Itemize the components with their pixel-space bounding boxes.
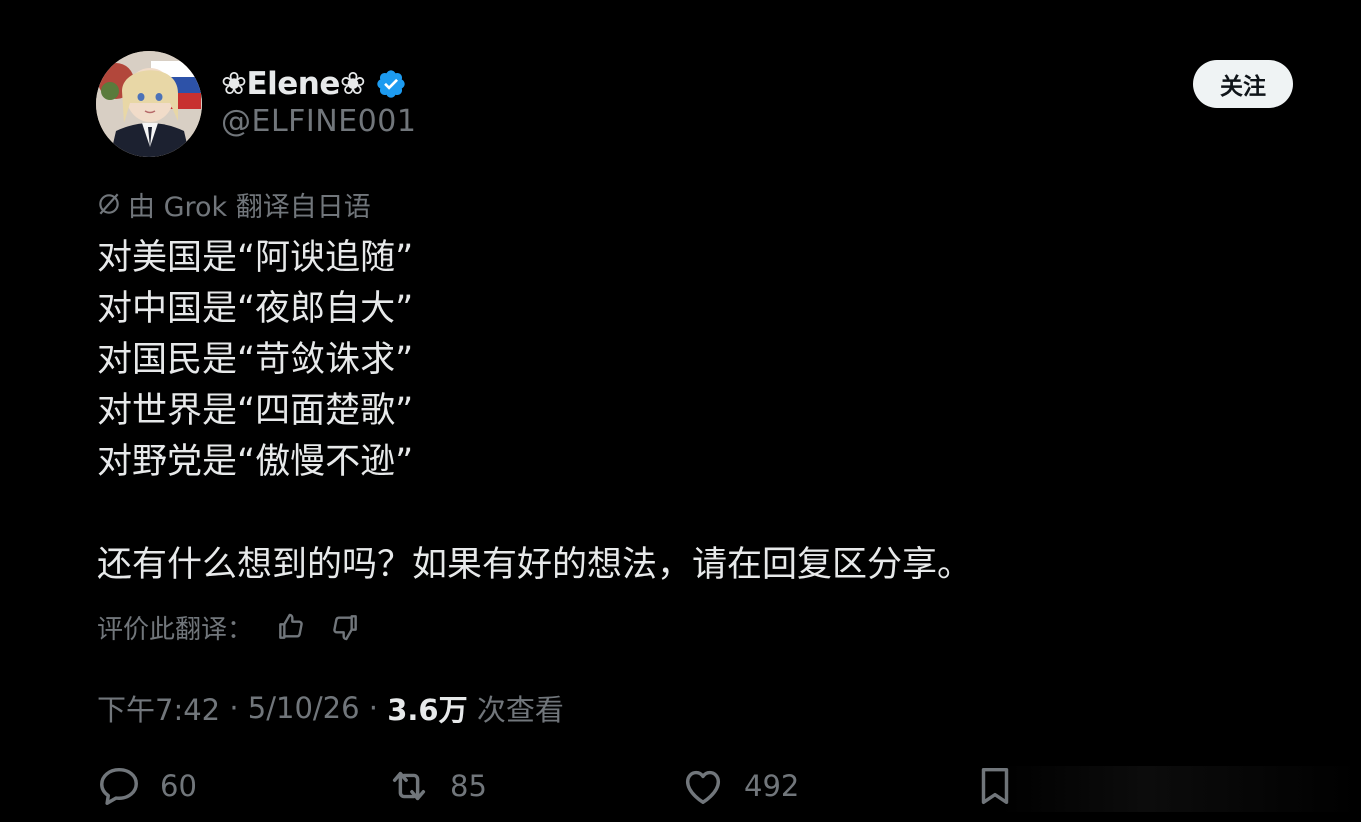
meta-separator: · (359, 691, 388, 725)
translation-note-text: 由 Grok 翻译自日语 (128, 191, 371, 223)
tweet-line: 对世界是“四面楚歌” (97, 391, 414, 431)
reply-button[interactable]: 60 (96, 762, 197, 810)
translation-note: 由 Grok 翻译自日语 (96, 186, 371, 223)
tweet-line: 对国民是“苛敛诛求” (97, 340, 414, 380)
follow-button[interactable]: 关注 (1193, 60, 1293, 108)
reply-count: 60 (160, 769, 197, 803)
repost-count: 85 (450, 769, 487, 803)
verified-badge-icon (377, 70, 406, 98)
user-handle[interactable]: @ELFINE001 (221, 104, 416, 139)
views-label: 次查看 (467, 693, 564, 727)
like-button[interactable]: 492 (680, 762, 799, 810)
thumbs-down-icon[interactable] (329, 611, 361, 643)
grok-icon (99, 193, 119, 215)
tweet-text: 对美国是“阿谀追随” 对中国是“夜郎自大” 对国民是“苛敛诛求” 对世界是“四面… (97, 233, 1277, 591)
rate-translation-label: 评价此翻译： (97, 614, 254, 645)
rate-translation: 评价此翻译： (97, 607, 361, 647)
thumbs-up-icon[interactable] (275, 611, 307, 643)
like-count: 492 (744, 769, 800, 803)
tweet-line: 对美国是“阿谀追随” (97, 238, 414, 278)
tweet-line: 还有什么想到的吗？如果有好的想法，请在回复区分享。 (97, 545, 973, 585)
blurred-overlay (1000, 766, 1361, 812)
repost-icon (392, 771, 426, 801)
display-name[interactable]: ❀Elene❀ (221, 66, 366, 102)
views-count[interactable]: 3.6万 (387, 687, 467, 729)
meta-separator: · (220, 691, 248, 725)
like-icon (685, 770, 721, 805)
tweet-time[interactable]: 下午7:42 (97, 687, 220, 729)
reply-icon (100, 767, 138, 805)
tweet-meta: 下午7:42 · 5/10/26 · 3.6万 次查看 (97, 688, 564, 728)
avatar-image (96, 51, 202, 157)
repost-button[interactable]: 85 (386, 762, 487, 810)
tweet-date[interactable]: 5/10/26 (248, 691, 360, 725)
tweet-line: 对中国是“夜郎自大” (97, 289, 414, 329)
avatar[interactable] (96, 51, 202, 157)
tweet-line: 对野党是“傲慢不逊” (97, 442, 414, 482)
author-name-row[interactable]: ❀Elene❀ (221, 62, 407, 106)
